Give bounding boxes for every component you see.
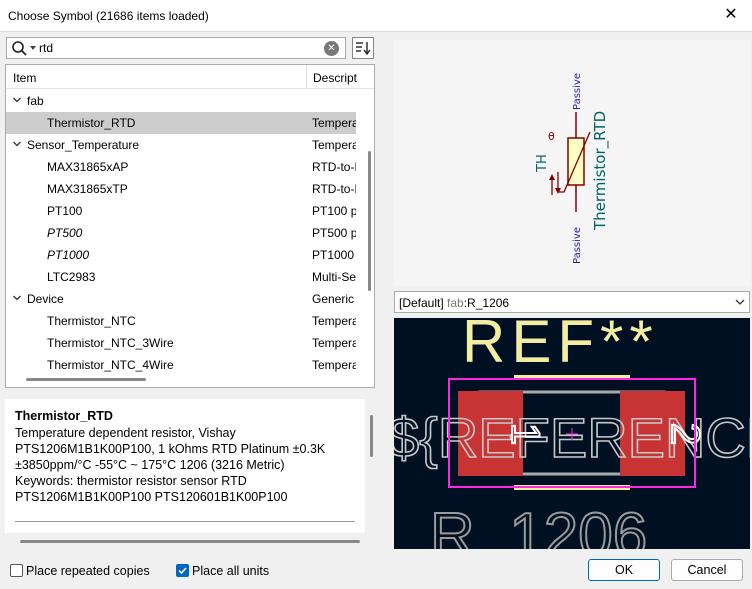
- tree-header: Item Descript: [6, 65, 374, 89]
- details-line: PTS1206M1B1K00P100, 1 kOhms RTD Platinum…: [15, 442, 326, 456]
- footprint-name: :R_1206: [463, 296, 510, 310]
- sort-button[interactable]: [352, 37, 374, 59]
- chevron-down-icon[interactable]: [12, 293, 22, 303]
- tree-row-description: PT100 pl: [312, 204, 356, 218]
- theta-label: θ: [548, 130, 555, 143]
- tree-row-description: RTD-to-D: [312, 182, 356, 196]
- footprint-prefix: [Default]: [399, 296, 448, 310]
- tree-horizontal-scrollbar[interactable]: [26, 378, 146, 381]
- symbol-reference: TH: [535, 154, 550, 173]
- tree-row-name: PT100: [47, 204, 83, 218]
- footprint-select[interactable]: [Default] fab:R_1206: [394, 291, 750, 313]
- tree-row-description: Tempera: [312, 314, 356, 328]
- details-divider: [15, 521, 355, 522]
- tree-row-name: MAX31865xAP: [47, 160, 129, 174]
- tree-row-description: Generic s: [312, 292, 356, 306]
- tree-symbol-row[interactable]: Thermistor_NTC Tempera: [6, 310, 356, 332]
- place-repeated-checkbox[interactable]: Place repeated copies: [10, 563, 160, 579]
- pin-type-bottom: Passive: [572, 227, 583, 264]
- tree-row-description: PT500 pl: [312, 226, 356, 240]
- symbol-tree[interactable]: Item Descript fab Thermistor_RTD Tempera Se…: [5, 64, 375, 388]
- tree-vertical-scrollbar[interactable]: [368, 151, 371, 291]
- chevron-down-icon[interactable]: [12, 139, 22, 149]
- chevron-down-icon[interactable]: [12, 95, 22, 105]
- tree-row-description: PT1000 p: [312, 248, 356, 262]
- footprint-value-fab: R_1206: [430, 501, 647, 549]
- tree-row-name: Device: [27, 292, 64, 306]
- column-header-description[interactable]: Descript: [313, 71, 357, 85]
- details-line: Temperature dependent resistor, Vishay: [15, 426, 236, 440]
- tree-symbol-row[interactable]: MAX31865xAP RTD-to-D: [6, 156, 356, 178]
- symbol-details: Thermistor_RTD Temperature dependent res…: [5, 399, 365, 533]
- details-horizontal-scrollbar[interactable]: [20, 540, 360, 543]
- footprint-graphic: REF** ${REFERENCE} 1 2 R_1206: [394, 318, 750, 549]
- tree-library-row[interactable]: Device Generic s: [6, 288, 356, 310]
- checkbox-box[interactable]: [10, 564, 23, 577]
- clear-search-icon[interactable]: ✕: [324, 41, 339, 56]
- sort-icon: [356, 42, 371, 56]
- tree-library-row[interactable]: fab: [6, 90, 356, 112]
- details-line: ±3850ppm/°C -55°C ~ 175°C 1206 (3216 Met…: [15, 458, 285, 472]
- tree-row-description: Tempera: [312, 116, 356, 130]
- tree-symbol-row[interactable]: PT100 PT100 pl: [6, 200, 356, 222]
- tree-row-name: Thermistor_NTC: [47, 314, 136, 328]
- tree-row-name: PT1000: [47, 248, 90, 262]
- pin-type-top: Passive: [572, 73, 583, 110]
- search-icon[interactable]: [10, 39, 38, 57]
- tree-row-name: LTC2983: [47, 270, 96, 284]
- tree-row-name: Thermistor_NTC_3Wire: [47, 336, 174, 350]
- tree-symbol-row[interactable]: Thermistor_RTD Tempera: [6, 112, 356, 134]
- tree-symbol-row[interactable]: PT500 PT500 pl: [6, 222, 356, 244]
- tree-row-description: RTD-to-D: [312, 160, 356, 174]
- tree-symbol-row[interactable]: Thermistor_NTC_4Wire Tempera: [6, 354, 356, 376]
- symbol-graphic: θ Passive Passive Thermistor_RTD TH: [535, 73, 610, 264]
- tree-row-description: Tempera: [312, 138, 356, 152]
- window-title: Choose Symbol (21686 items loaded): [8, 9, 209, 23]
- cancel-button[interactable]: Cancel: [671, 559, 743, 581]
- check-icon: [178, 567, 187, 575]
- tree-row-name: MAX31865xTP: [47, 182, 128, 196]
- title-bar: Choose Symbol (21686 items loaded) ✕: [0, 0, 752, 32]
- tree-row-description: Tempera: [312, 358, 356, 372]
- tree-symbol-row[interactable]: LTC2983 Multi-Se: [6, 266, 356, 288]
- symbol-preview: θ Passive Passive Thermistor_RTD TH: [394, 40, 750, 286]
- footprint-ref-silk: REF**: [462, 318, 659, 375]
- checkbox-box[interactable]: [176, 564, 189, 577]
- place-all-units-label[interactable]: Place all units: [192, 564, 269, 578]
- search-input[interactable]: rtd ✕: [6, 37, 346, 59]
- tree-row-name: PT500: [47, 226, 83, 240]
- tree-symbol-row[interactable]: Thermistor_NTC_3Wire Tempera: [6, 332, 356, 354]
- chevron-down-icon[interactable]: [735, 298, 745, 306]
- tree-library-row[interactable]: Sensor_Temperature Tempera: [6, 134, 356, 156]
- tree-row-name: Sensor_Temperature: [27, 138, 140, 152]
- tree-row-name: Thermistor_RTD: [47, 116, 136, 130]
- tree-symbol-row[interactable]: PT1000 PT1000 p: [6, 244, 356, 266]
- details-vertical-scrollbar[interactable]: [370, 415, 373, 457]
- symbol-value: Thermistor_RTD: [591, 111, 610, 231]
- column-separator[interactable]: [306, 65, 307, 89]
- pad-2-number: 2: [663, 423, 707, 445]
- details-line: Keywords: thermistor resistor sensor RTD: [15, 474, 247, 488]
- tree-symbol-row[interactable]: MAX31865xTP RTD-to-D: [6, 178, 356, 200]
- details-line: PTS1206M1B1K00P100 PTS120601B1K00P100: [15, 490, 288, 504]
- pad-1-number: 1: [503, 423, 547, 445]
- search-value[interactable]: rtd: [39, 41, 53, 55]
- tree-row-description: Tempera: [312, 336, 356, 350]
- footprint-preview: REF** ${REFERENCE} 1 2 R_1206: [394, 318, 750, 549]
- place-repeated-label[interactable]: Place repeated copies: [26, 564, 150, 578]
- tree-row-name: Thermistor_NTC_4Wire: [47, 358, 174, 372]
- place-all-units-checkbox[interactable]: Place all units: [176, 563, 286, 579]
- tree-row-description: Multi-Se: [312, 270, 356, 284]
- tree-row-name: fab: [27, 94, 44, 108]
- ok-button[interactable]: OK: [588, 559, 660, 581]
- footprint-lib: fab: [447, 296, 464, 310]
- close-icon[interactable]: ✕: [716, 3, 746, 27]
- column-header-item[interactable]: Item: [13, 71, 36, 85]
- details-title: Thermistor_RTD: [15, 409, 113, 423]
